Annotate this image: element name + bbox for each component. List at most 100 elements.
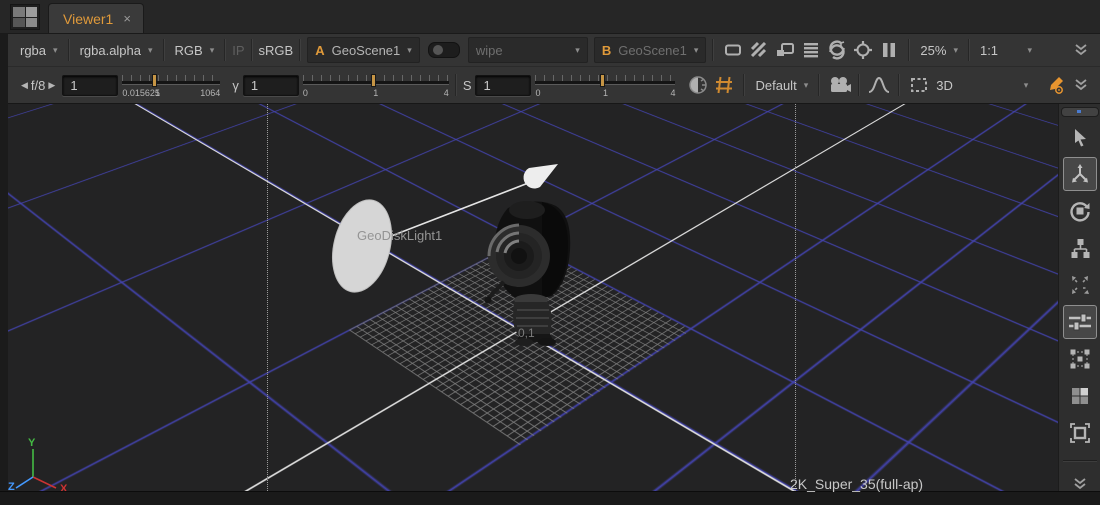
gain-input[interactable]: 1 bbox=[62, 75, 118, 96]
scanlines-icon[interactable] bbox=[798, 39, 824, 61]
saturation-slider[interactable]: 0 1 4 bbox=[535, 74, 675, 102]
saturation-label: S bbox=[463, 78, 472, 93]
pixel-aspect-dropdown[interactable]: 1:1 ▾ bbox=[976, 43, 1036, 58]
grid-toggle-icon[interactable] bbox=[711, 74, 737, 96]
colorspace-button[interactable]: sRGB bbox=[259, 43, 294, 58]
pause-playback-icon[interactable] bbox=[876, 39, 902, 61]
axis-y-label: Y bbox=[28, 437, 36, 449]
fstop-label[interactable]: f/8 bbox=[31, 78, 45, 93]
color-sampler-icon[interactable] bbox=[1042, 74, 1068, 96]
rotate-tool-button[interactable] bbox=[1063, 194, 1097, 228]
channels-value: rgba bbox=[20, 43, 46, 58]
saturation-input[interactable]: 1 bbox=[475, 75, 531, 96]
snap-grid-tool-button[interactable] bbox=[1063, 342, 1097, 376]
camera-icon[interactable] bbox=[826, 74, 852, 96]
input-process-button[interactable]: IP bbox=[232, 43, 244, 58]
chevron-down-icon: ▾ bbox=[210, 45, 215, 56]
divider bbox=[968, 39, 970, 61]
display-mode-dropdown[interactable]: RGB ▾ bbox=[171, 43, 219, 58]
view-select-dropdown[interactable]: 3D ▾ bbox=[932, 78, 1032, 93]
lighting-toggle-icon[interactable] bbox=[685, 74, 711, 96]
view-select-value: 3D bbox=[936, 78, 953, 93]
chevron-down-icon: ▾ bbox=[53, 45, 58, 56]
marquee-select-icon[interactable] bbox=[906, 74, 932, 96]
viewer-mode-value: Default bbox=[755, 78, 796, 93]
viewer-toolbar-row2: ◀ f/8 ▶ 1 0.015625 1 1064 γ 1 0 1 4 bbox=[8, 67, 1100, 104]
gain-prev-icon[interactable]: ◀ bbox=[18, 80, 31, 91]
zoom-value: 25% bbox=[920, 43, 946, 58]
pane-layout-icon[interactable] bbox=[10, 4, 40, 30]
quad-view-tool-button[interactable] bbox=[1063, 379, 1097, 413]
wipe-toggle[interactable] bbox=[428, 42, 460, 58]
gain-input-value: 1 bbox=[70, 78, 77, 93]
pointer-tool-button[interactable] bbox=[1063, 120, 1097, 154]
saturation-input-value: 1 bbox=[483, 78, 490, 93]
slider-track bbox=[122, 81, 220, 85]
gamma-slider[interactable]: 0 1 4 bbox=[303, 74, 449, 102]
viewer-mode-dropdown[interactable]: Default ▾ bbox=[751, 78, 812, 93]
channels-dropdown[interactable]: rgba ▾ bbox=[16, 43, 62, 58]
axis-indicator: Y X Z bbox=[8, 437, 68, 491]
format-label: 2K_Super_35(full-ap) bbox=[790, 476, 923, 492]
gamma-label: γ bbox=[232, 78, 239, 93]
viewer-3d-viewport[interactable]: Y X Z GeoDiskLight1 0,1 2K_Super_35(full… bbox=[8, 104, 1058, 491]
zoom-dropdown[interactable]: 25% ▾ bbox=[916, 43, 962, 58]
display-mode-value: RGB bbox=[175, 43, 203, 58]
divider bbox=[299, 39, 301, 61]
chevron-down-icon: ▾ bbox=[953, 45, 958, 56]
divider bbox=[1063, 460, 1097, 462]
mask-overlay-icon[interactable] bbox=[720, 39, 746, 61]
chevron-down-icon: ▾ bbox=[407, 45, 412, 56]
channel-sliders-tool-button[interactable] bbox=[1063, 305, 1097, 339]
tab-label: Viewer1 bbox=[63, 11, 113, 27]
disk-light[interactable] bbox=[323, 194, 400, 299]
pixel-aspect-value: 1:1 bbox=[980, 43, 998, 58]
divider bbox=[898, 74, 900, 96]
gain-next-icon[interactable]: ▶ bbox=[45, 80, 58, 91]
frame-all-tool-button[interactable] bbox=[1063, 416, 1097, 450]
divider bbox=[68, 39, 70, 61]
divider bbox=[818, 74, 820, 96]
input-b-letter: B bbox=[602, 43, 611, 58]
layer-value: rgba.alpha bbox=[80, 43, 141, 58]
axis-z-label: Z bbox=[8, 481, 15, 491]
saturation-slider-handle[interactable] bbox=[600, 74, 605, 87]
refresh-cycle-icon[interactable] bbox=[824, 39, 850, 61]
collapse-chevron-icon[interactable] bbox=[1068, 39, 1094, 61]
tab-bar: Viewer1 × bbox=[0, 0, 1100, 34]
divider bbox=[908, 39, 910, 61]
toolbar-handle[interactable] bbox=[1061, 107, 1099, 117]
tab-viewer1[interactable]: Viewer1 × bbox=[48, 3, 144, 33]
translate-tool-button[interactable] bbox=[1063, 157, 1097, 191]
chevron-down-icon: ▾ bbox=[694, 45, 699, 56]
proxy-stripes-icon[interactable] bbox=[746, 39, 772, 61]
gain-slider[interactable]: 0.015625 1 1064 bbox=[122, 74, 220, 102]
light-name-label: GeoDiskLight1 bbox=[357, 228, 442, 243]
input-b-dropdown[interactable]: B GeoScene1 ▾ bbox=[594, 37, 707, 63]
gamma-input[interactable]: 1 bbox=[243, 75, 299, 96]
chevron-down-icon: ▾ bbox=[1024, 80, 1029, 91]
viewer-toolbar-row1: rgba ▾ rgba.alpha ▾ RGB ▾ IP sRGB A GeoS… bbox=[8, 34, 1100, 67]
roi-crosshair-icon[interactable] bbox=[850, 39, 876, 61]
toggle-knob bbox=[433, 45, 443, 55]
format-right-guide bbox=[795, 104, 796, 491]
divider bbox=[858, 74, 860, 96]
collapse-chevron-icon[interactable] bbox=[1068, 74, 1094, 96]
gamma-slider-handle[interactable] bbox=[371, 74, 376, 87]
bottom-bar bbox=[0, 491, 1100, 505]
divider bbox=[712, 39, 714, 61]
divider bbox=[251, 39, 253, 61]
grid-origin-label: 0,1 bbox=[518, 326, 535, 340]
lut-curve-icon[interactable] bbox=[866, 74, 892, 96]
overlay-windows-icon[interactable] bbox=[772, 39, 798, 61]
gain-slider-handle[interactable] bbox=[152, 74, 157, 87]
wipe-dropdown[interactable]: wipe ▾ bbox=[468, 37, 588, 63]
camera-model[interactable] bbox=[485, 201, 571, 346]
tab-close-icon[interactable]: × bbox=[123, 11, 131, 26]
input-a-dropdown[interactable]: A GeoScene1 ▾ bbox=[307, 37, 420, 63]
spread-axes-tool-button[interactable] bbox=[1063, 268, 1097, 302]
viewport-side-toolbar bbox=[1058, 104, 1100, 504]
scene-graph-tool-button[interactable] bbox=[1063, 231, 1097, 265]
gamma-input-value: 1 bbox=[251, 78, 258, 93]
layer-dropdown[interactable]: rgba.alpha ▾ bbox=[76, 43, 157, 58]
